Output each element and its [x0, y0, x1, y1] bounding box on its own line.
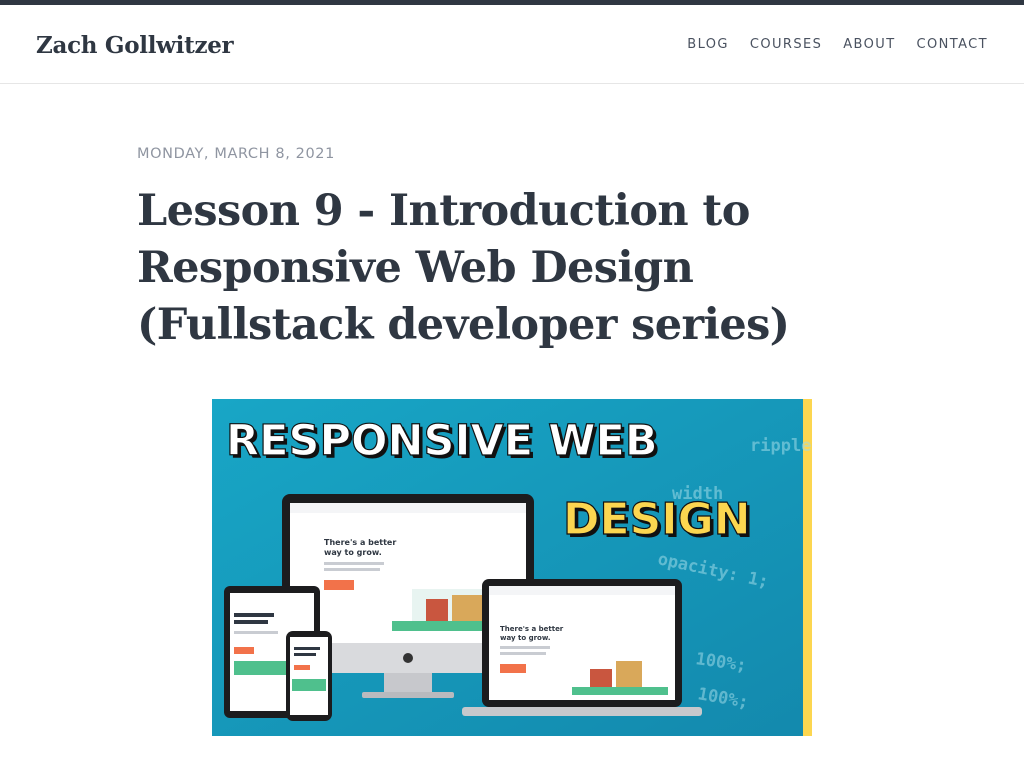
main-nav: BLOG COURSES ABOUT CONTACT: [687, 37, 988, 52]
laptop: There's a better way to grow.: [462, 579, 702, 716]
nav-link-contact[interactable]: CONTACT: [917, 37, 988, 52]
nav-link-blog[interactable]: BLOG: [687, 37, 729, 52]
post-title: Lesson 9 - Introduction to Responsive We…: [137, 186, 790, 350]
hero-image: ripple width opacity: 1; 100%; 100%; RES…: [212, 399, 812, 736]
laptop-heading-1: There's a better: [500, 625, 564, 633]
phone: [286, 631, 332, 721]
hero-headline: RESPONSIVE WEB: [226, 416, 658, 466]
nav-link-courses[interactable]: COURSES: [750, 37, 822, 52]
hero-illustration: ripple width opacity: 1; 100%; 100%; RES…: [212, 399, 812, 736]
laptop-heading-2: way to grow.: [500, 634, 551, 642]
hero-design-word: DESIGN: [563, 494, 751, 545]
site-brand-link[interactable]: Zach Gollwitzer: [36, 32, 234, 59]
monitor-heading-2: way to grow.: [324, 548, 382, 557]
post-date: MONDAY, MARCH 8, 2021: [137, 146, 335, 162]
monitor-heading-1: There's a better: [324, 538, 396, 547]
nav-link-about[interactable]: ABOUT: [843, 37, 895, 52]
site-header: Zach Gollwitzer BLOG COURSES ABOUT CONTA…: [0, 5, 1024, 84]
code-word-ripple: ripple: [750, 436, 811, 456]
